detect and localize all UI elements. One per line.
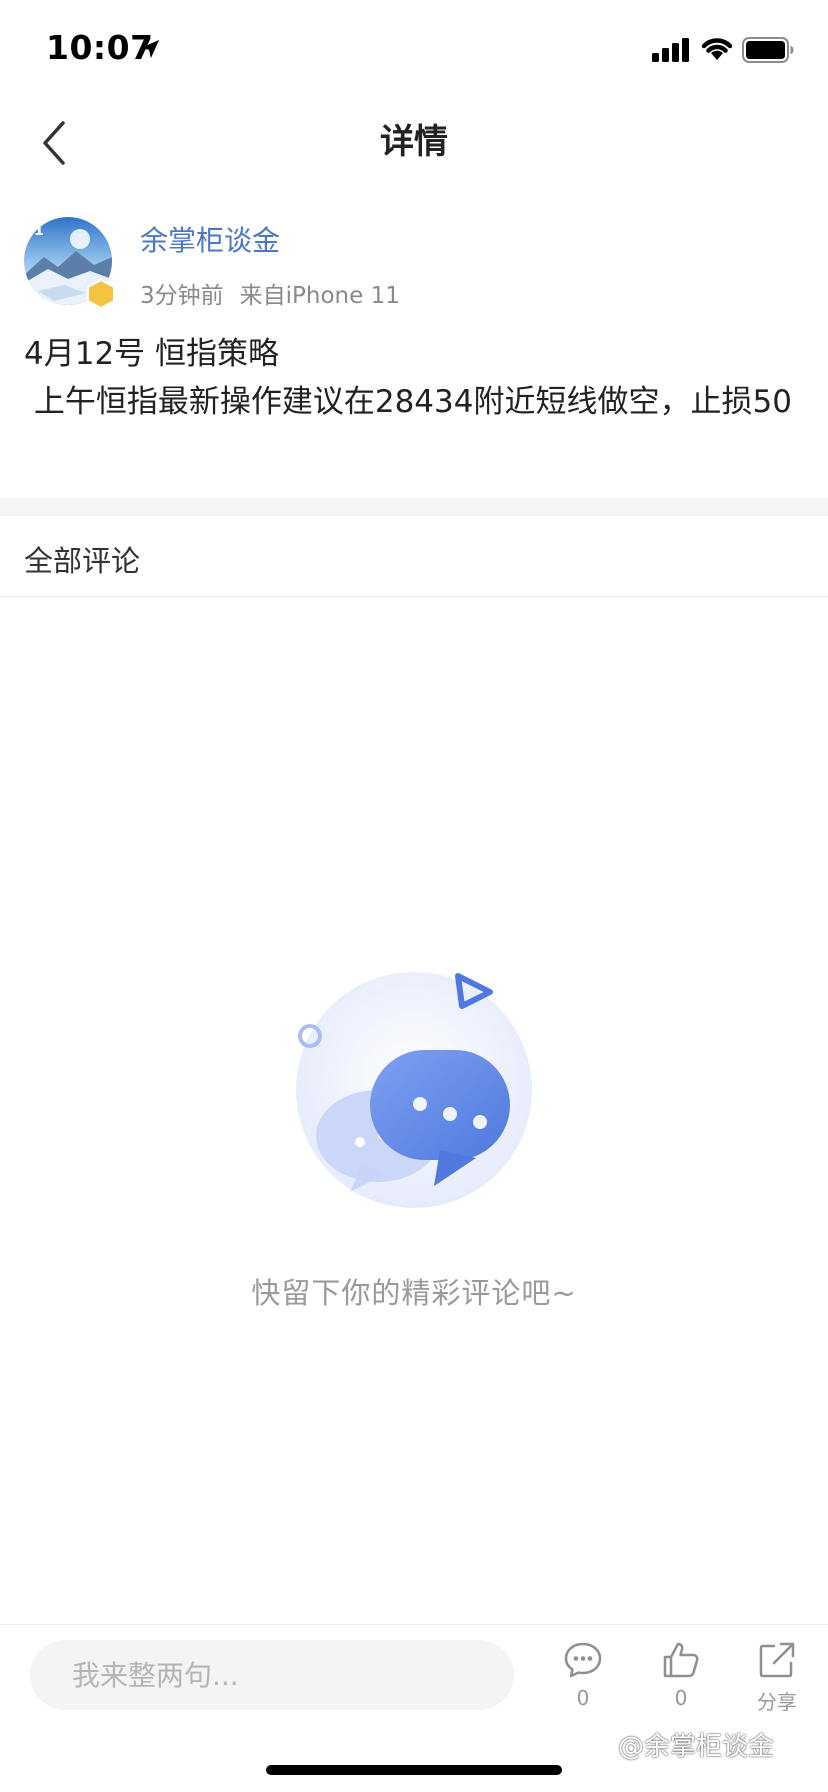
like-count: 0 xyxy=(674,1686,688,1710)
author-name[interactable]: 余掌柜谈金 xyxy=(140,219,280,259)
post-content: 4月12号 恒指策略 上午恒指最新操作建议在28434附近短线做空，止损50 xyxy=(24,336,792,420)
watermark: @余掌柜谈金 xyxy=(618,1732,775,1762)
cellular-signal-icon xyxy=(652,38,689,62)
bottom-bar-divider xyxy=(0,1624,828,1625)
comments-header: 全部评论 xyxy=(24,544,141,578)
share-label: 分享 xyxy=(757,1690,797,1714)
comment-count: 0 xyxy=(576,1686,590,1710)
share-button[interactable]: 分享 xyxy=(737,1640,817,1720)
level-number: 1 xyxy=(34,223,44,239)
thumbs-up-icon xyxy=(663,1642,699,1678)
post-meta: 3分钟前 来自iPhone 11 xyxy=(140,276,400,310)
level-badge-icon xyxy=(87,279,115,309)
post-time: 3分钟前 xyxy=(140,283,224,309)
status-time: 10:07 xyxy=(46,28,154,67)
home-indicator[interactable] xyxy=(266,1765,562,1775)
comment-input[interactable] xyxy=(30,1640,514,1710)
share-icon xyxy=(759,1642,795,1678)
chat-bubbles-illustration xyxy=(296,972,532,1208)
wifi-icon xyxy=(701,38,733,60)
nav-bar: 详情 xyxy=(0,100,828,188)
comment-icon xyxy=(564,1642,602,1678)
page-title: 详情 xyxy=(380,122,448,162)
divider xyxy=(0,596,828,597)
battery-icon xyxy=(742,37,794,63)
empty-comments-text: 快留下你的精彩评论吧~ xyxy=(251,1276,577,1310)
status-bar: 10:07 xyxy=(0,0,828,100)
location-arrow-icon xyxy=(140,39,160,59)
avatar[interactable]: 1 xyxy=(24,217,115,309)
comment-button[interactable]: 0 xyxy=(543,1640,623,1720)
section-divider xyxy=(0,498,828,516)
post-source: 来自iPhone 11 xyxy=(239,283,400,309)
like-button[interactable]: 0 xyxy=(641,1640,721,1720)
